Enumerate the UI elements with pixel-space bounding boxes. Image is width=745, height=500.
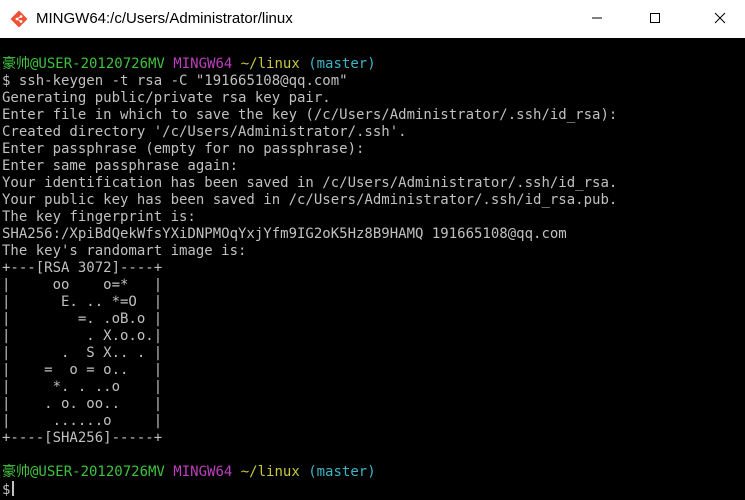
output-line: The key fingerprint is: — [2, 209, 196, 225]
window-title: MINGW64:/c/Users/Administrator/linux — [36, 10, 293, 27]
prompt-path: ~/linux — [240, 464, 300, 480]
prompt-system: MINGW64 — [173, 464, 233, 480]
terminal-window: MINGW64:/c/Users/Administrator/linux 豪帅@… — [0, 0, 745, 500]
output-line: | oo o=* | — [2, 277, 163, 293]
terminal-output[interactable]: 豪帅@USER-20120726MV MINGW64 ~/linux (mast… — [0, 56, 732, 500]
text-cursor — [12, 481, 15, 496]
output-line: | ......o | — [2, 413, 163, 429]
scrollbar[interactable] — [732, 38, 745, 500]
output-line: | . X.o.o.| — [2, 328, 163, 344]
prompt-line — [0, 447, 732, 464]
output-line: | . o. oo.. | — [2, 396, 163, 412]
maximize-icon — [649, 11, 661, 28]
output-line: +---[RSA 3072]----+ — [2, 260, 163, 276]
prompt-user-host: 豪帅@USER-20120726MV — [2, 464, 165, 480]
command-text: ssh-keygen -t rsa -C "191665108@qq.com" — [18, 73, 348, 89]
minimize-button[interactable] — [574, 0, 620, 38]
prompt-line: 豪帅@USER-20120726MV MINGW64 ~/linux (mast… — [0, 56, 732, 73]
close-icon — [714, 11, 726, 28]
output-line: Created directory '/c/Users/Administrato… — [2, 124, 407, 140]
output-line: +----[SHA256]-----+ — [2, 430, 163, 446]
command-line: $ ssh-keygen -t rsa -C "191665108@qq.com… — [0, 73, 732, 90]
prompt-symbol: $ — [2, 73, 11, 89]
close-button[interactable] — [697, 0, 743, 38]
output-line: | . S X.. . | — [2, 345, 163, 361]
output-line: Enter file in which to save the key (/c/… — [2, 107, 618, 123]
output-line: | = o = o.. | — [2, 362, 163, 378]
output-line: Enter same passphrase again: — [2, 158, 239, 174]
git-bash-icon[interactable] — [10, 10, 28, 28]
prompt-branch: (master) — [308, 56, 376, 72]
output-line: | E. .. *=O | — [2, 294, 163, 310]
output-line: SHA256:/XpiBdQekWfsYXiDNPMOqYxjYfm9IG2oK… — [2, 226, 567, 242]
prompt-user-host: 豪帅@USER-20120726MV — [2, 56, 165, 72]
input-line[interactable]: $ — [0, 481, 732, 498]
output-line: Enter passphrase (empty for no passphras… — [2, 141, 365, 157]
prompt-line: 豪帅@USER-20120726MV MINGW64 ~/linux (mast… — [0, 464, 732, 481]
prompt-branch: (master) — [308, 464, 376, 480]
title-bar[interactable]: MINGW64:/c/Users/Administrator/linux — [0, 0, 745, 38]
maximize-button[interactable] — [632, 0, 678, 38]
output-line: | *. . ..o | — [2, 379, 163, 395]
prompt-path: ~/linux — [240, 56, 300, 72]
output-line: The key's randomart image is: — [2, 243, 247, 259]
command-output: Generating public/private rsa key pair. E… — [0, 90, 732, 447]
output-line: Your identification has been saved in /c… — [2, 175, 618, 191]
prompt-system: MINGW64 — [173, 56, 233, 72]
prompt-symbol: $ — [2, 482, 11, 498]
output-line: Generating public/private rsa key pair. — [2, 90, 331, 106]
minimize-icon — [591, 11, 603, 28]
output-line: | =. .oB.o | — [2, 311, 163, 327]
output-line: Your public key has been saved in /c/Use… — [2, 192, 618, 208]
